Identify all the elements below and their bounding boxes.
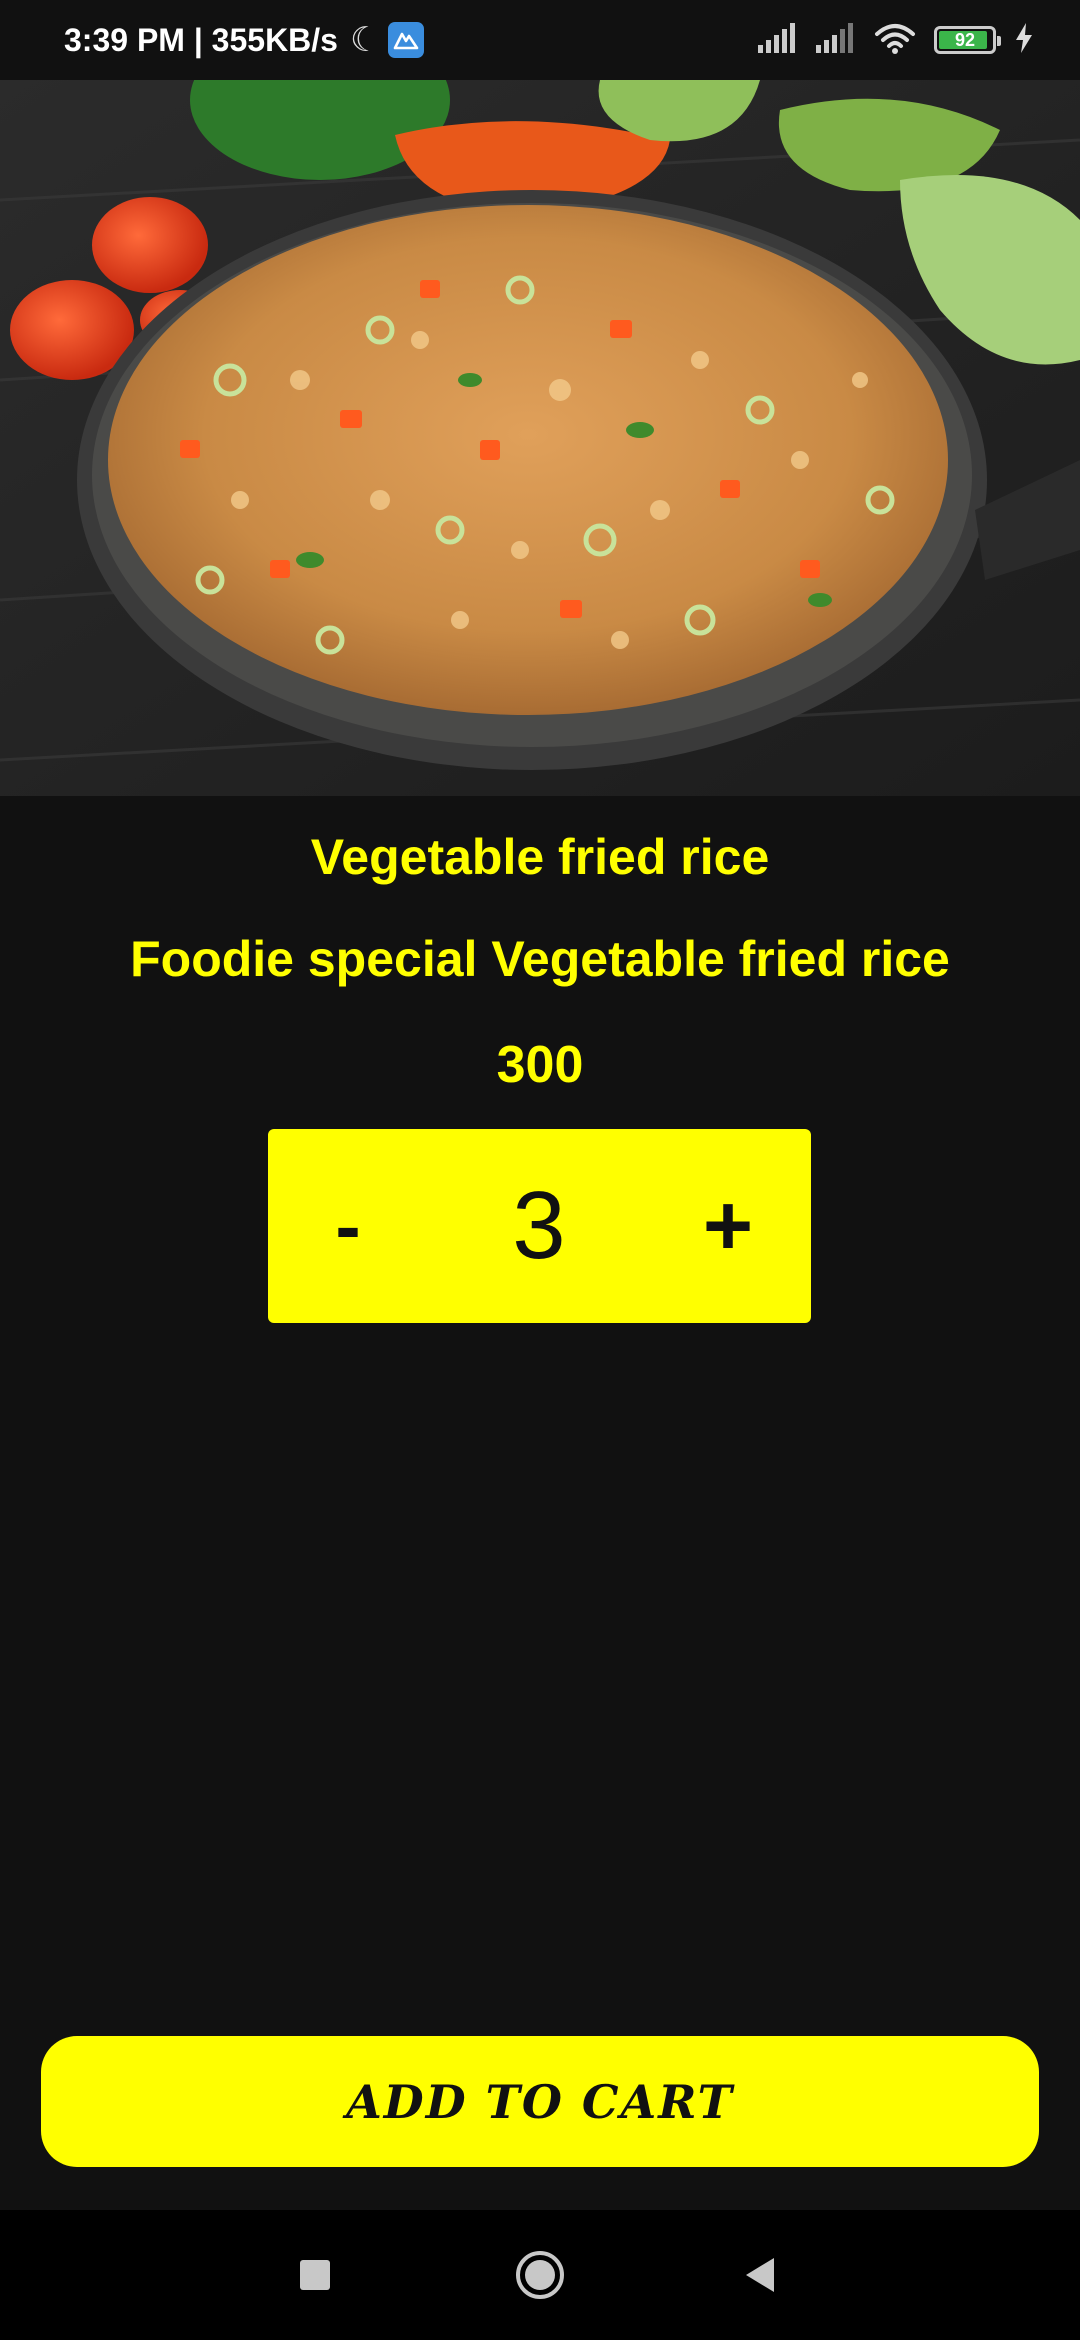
home-button[interactable] bbox=[480, 2210, 600, 2340]
product-description: Foodie special Vegetable fried rice bbox=[130, 931, 950, 987]
signal-icon bbox=[816, 22, 856, 58]
back-icon bbox=[746, 2258, 774, 2292]
battery-icon: 92 bbox=[934, 26, 1001, 54]
back-button[interactable] bbox=[700, 2210, 820, 2340]
home-icon bbox=[516, 2251, 564, 2299]
status-bar: 3:39 PM | 355KB/s ☾ 92 bbox=[0, 0, 1080, 80]
increment-button[interactable]: + bbox=[658, 1129, 798, 1323]
add-to-cart-label: ADD TO CART bbox=[346, 2074, 734, 2129]
product-image bbox=[0, 80, 1080, 796]
product-price: 300 bbox=[496, 1036, 584, 1094]
charging-icon bbox=[1014, 22, 1034, 58]
system-nav-bar bbox=[0, 2210, 1080, 2340]
status-time-speed: 3:39 PM | 355KB/s bbox=[64, 21, 338, 58]
battery-level: 92 bbox=[954, 29, 976, 50]
recents-button[interactable] bbox=[255, 2210, 375, 2340]
quantity-stepper: - 3 + bbox=[268, 1129, 811, 1323]
app-badge-icon bbox=[388, 22, 425, 58]
quantity-value: 3 bbox=[512, 1172, 566, 1279]
wifi-icon bbox=[874, 22, 916, 59]
add-to-cart-button[interactable]: ADD TO CART bbox=[41, 2036, 1039, 2167]
status-right: 92 bbox=[758, 0, 1034, 80]
moon-icon: ☾ bbox=[349, 21, 381, 59]
decrement-button[interactable]: - bbox=[288, 1129, 408, 1323]
signal-icon bbox=[758, 22, 798, 58]
status-left: 3:39 PM | 355KB/s ☾ bbox=[64, 0, 425, 80]
product-name: Vegetable fried rice bbox=[310, 829, 770, 885]
recents-icon bbox=[300, 2260, 330, 2290]
